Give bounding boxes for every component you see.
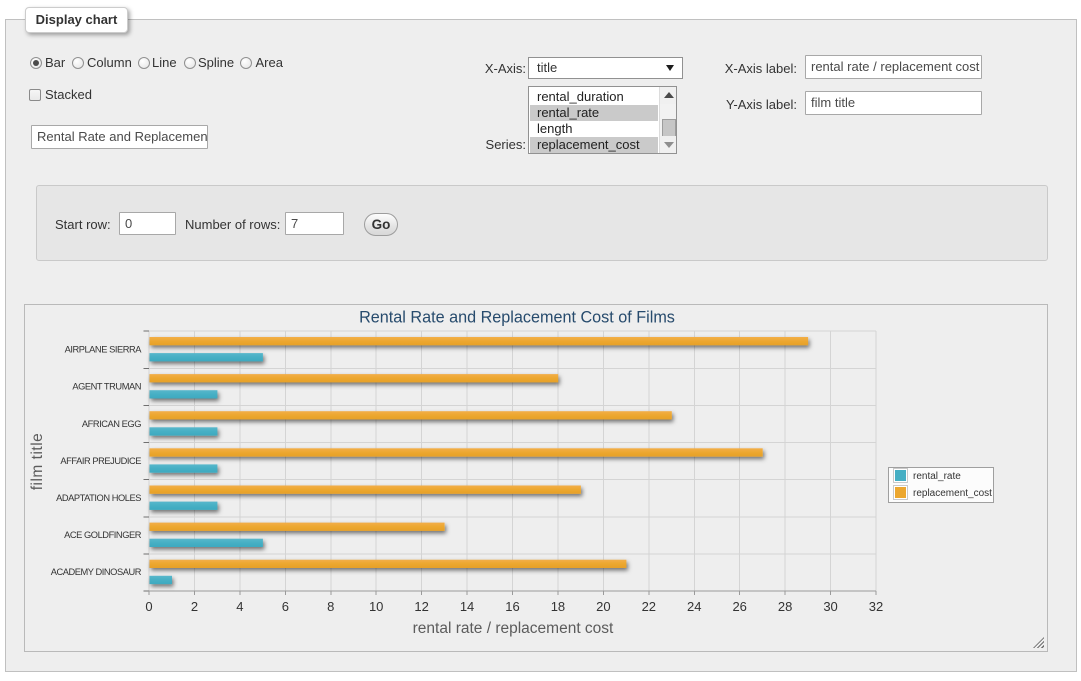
svg-text:4: 4	[236, 599, 243, 614]
svg-text:ACADEMY DINOSAUR: ACADEMY DINOSAUR	[51, 567, 142, 577]
svg-text:12: 12	[414, 599, 428, 614]
svg-text:10: 10	[369, 599, 383, 614]
svg-text:film title: film title	[29, 433, 46, 491]
svg-text:AIRPLANE SIERRA: AIRPLANE SIERRA	[65, 345, 143, 355]
svg-text:26: 26	[732, 599, 746, 614]
svg-text:AFRICAN EGG: AFRICAN EGG	[82, 419, 141, 429]
svg-text:16: 16	[505, 599, 519, 614]
svg-text:replacement_cost: replacement_cost	[913, 488, 992, 499]
svg-text:24: 24	[687, 599, 701, 614]
svg-text:6: 6	[282, 599, 289, 614]
svg-text:ADAPTATION HOLES: ADAPTATION HOLES	[56, 493, 141, 503]
svg-text:AGENT TRUMAN: AGENT TRUMAN	[72, 382, 141, 392]
svg-text:rental rate / replacement cost: rental rate / replacement cost	[413, 620, 614, 637]
svg-text:20: 20	[596, 599, 610, 614]
svg-text:8: 8	[327, 599, 334, 614]
svg-text:0: 0	[145, 599, 152, 614]
svg-text:30: 30	[823, 599, 837, 614]
svg-text:22: 22	[642, 599, 656, 614]
svg-text:rental_rate: rental_rate	[913, 471, 961, 482]
svg-text:14: 14	[460, 599, 474, 614]
svg-text:28: 28	[778, 599, 792, 614]
svg-text:AFFAIR PREJUDICE: AFFAIR PREJUDICE	[60, 456, 141, 466]
svg-text:Rental Rate and Replacement Co: Rental Rate and Replacement Cost of Film…	[359, 309, 675, 327]
svg-text:18: 18	[551, 599, 565, 614]
svg-text:2: 2	[191, 599, 198, 614]
svg-text:ACE GOLDFINGER: ACE GOLDFINGER	[64, 530, 142, 540]
svg-text:32: 32	[869, 599, 883, 614]
